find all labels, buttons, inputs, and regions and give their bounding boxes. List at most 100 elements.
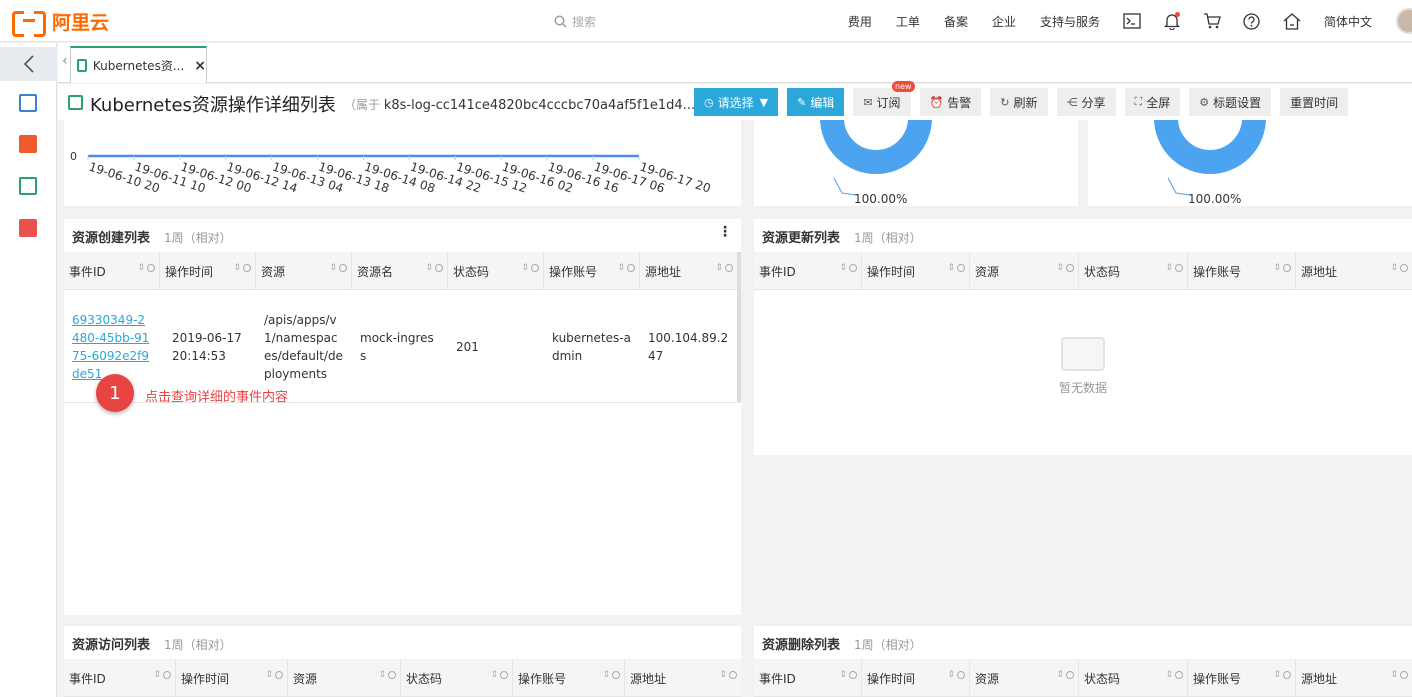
column-header[interactable]: 源地址 ⇕ — [640, 252, 737, 290]
search-box[interactable]: 搜索 — [554, 12, 596, 30]
column-header[interactable]: 事件ID ⇕ — [754, 252, 862, 290]
sort-filter-icon[interactable]: ⇕ — [715, 263, 733, 272]
resource-access-panel: 资源访问列表 1周（相对） 事件ID ⇕ 操作时间 ⇕ 资源 ⇕ 状态码 ⇕ 操作账号 ⇕ … — [64, 626, 741, 697]
column-header[interactable]: 状态码 ⇕ — [1079, 659, 1188, 697]
column-header[interactable]: 资源 ⇕ — [288, 659, 401, 697]
time-range: 1周（相对） — [164, 638, 232, 652]
sidebar-item-alerts-icon[interactable] — [19, 219, 37, 237]
sort-filter-icon[interactable]: ⇕ — [1056, 670, 1074, 679]
panel-title-text: 资源删除列表 — [762, 638, 841, 653]
refresh-button[interactable]: ↻ 刷新 — [990, 88, 1048, 116]
close-icon[interactable]: × — [194, 58, 206, 74]
sidebar-collapse-button[interactable] — [0, 47, 57, 81]
nav-billing[interactable]: 费用 — [848, 13, 872, 30]
column-header[interactable]: 源地址 ⇕ — [625, 659, 741, 697]
sort-filter-icon[interactable]: ⇕ — [1390, 263, 1408, 272]
sort-filter-icon[interactable]: ⇕ — [233, 263, 251, 272]
sort-filter-icon[interactable]: ⇕ — [839, 670, 857, 679]
edit-button[interactable]: ✎ 编辑 — [787, 88, 845, 116]
column-header[interactable]: 资源 ⇕ — [970, 659, 1079, 697]
column-header[interactable]: 源地址 ⇕ — [1296, 252, 1412, 290]
time-range: 1周（相对） — [164, 231, 232, 245]
column-header[interactable]: 资源 ⇕ — [256, 252, 352, 290]
nav-icp[interactable]: 备案 — [944, 13, 968, 30]
notification-dot — [1174, 12, 1180, 17]
column-header[interactable]: 源地址 ⇕ — [1296, 659, 1412, 697]
sort-filter-icon[interactable]: ⇕ — [521, 263, 539, 272]
sort-filter-icon[interactable]: ⇕ — [378, 670, 396, 679]
column-header[interactable]: 操作时间 ⇕ — [862, 252, 970, 290]
column-header[interactable]: 操作账号 ⇕ — [1188, 252, 1296, 290]
column-label: 资源 — [261, 264, 286, 279]
table-cell: 201 — [456, 340, 479, 354]
sort-filter-icon[interactable]: ⇕ — [1273, 670, 1291, 679]
sort-filter-icon[interactable]: ⇕ — [1165, 263, 1183, 272]
user-avatar[interactable] — [1396, 8, 1412, 34]
sidebar-item-search-icon[interactable] — [19, 135, 37, 153]
tab-kubernetes-dashboard[interactable]: Kubernetes资... × — [70, 46, 207, 83]
sort-filter-icon[interactable]: ⇕ — [602, 670, 620, 679]
sort-filter-icon[interactable]: ⇕ — [839, 263, 857, 272]
alert-button[interactable]: ⏰ 告警 — [919, 88, 982, 116]
sort-filter-icon[interactable]: ⇕ — [1165, 670, 1183, 679]
fullscreen-button[interactable]: ⛶ 全屏 — [1124, 88, 1181, 116]
column-header[interactable]: 状态码 ⇕ — [448, 252, 544, 290]
vertical-scrollbar[interactable] — [737, 252, 741, 402]
donut-chart-panel-2: 100.00% — [1088, 120, 1412, 206]
sidebar-item-projects-icon[interactable] — [19, 94, 37, 112]
sort-filter-icon[interactable]: ⇕ — [719, 670, 737, 679]
sort-filter-icon[interactable]: ⇕ — [329, 263, 347, 272]
sort-filter-icon[interactable]: ⇕ — [265, 670, 283, 679]
sort-filter-icon[interactable]: ⇕ — [137, 263, 155, 272]
subscribe-button[interactable]: ✉ 订阅 new — [853, 81, 915, 116]
column-header[interactable]: 事件ID ⇕ — [64, 659, 176, 697]
share-button[interactable]: ⋲ 分享 — [1056, 88, 1116, 116]
sort-filter-icon[interactable]: ⇕ — [617, 263, 635, 272]
column-label: 状态码 — [453, 264, 490, 279]
column-header[interactable]: 资源名 ⇕ — [352, 252, 448, 290]
project-name[interactable]: k8s-log-cc141ce4820bc4cccbc70a4af5f1e1d4… — [384, 98, 695, 113]
terminal-icon[interactable] — [1122, 11, 1142, 31]
sidebar-item-dashboard-icon[interactable] — [19, 177, 37, 195]
time-select-button[interactable]: ◷ 请选择 ▼ — [694, 88, 779, 116]
pie-slice — [820, 120, 932, 174]
nav-support[interactable]: 支持与服务 — [1040, 13, 1100, 30]
sort-filter-icon[interactable]: ⇕ — [1390, 670, 1408, 679]
home-icon[interactable] — [1282, 11, 1302, 31]
dashboard-toolbar: ◷ 请选择 ▼ ✎ 编辑 ✉ 订阅 new ⏰ 告警 ↻ 刷新 ⋲ 分享 ⛶ 全… — [694, 81, 1357, 116]
column-header[interactable]: 操作时间 ⇕ — [160, 252, 256, 290]
sort-filter-icon[interactable]: ⇕ — [153, 670, 171, 679]
donut-chart-panel-1: 100.00% — [754, 120, 1078, 206]
cart-icon[interactable] — [1202, 11, 1222, 31]
sort-filter-icon[interactable]: ⇕ — [425, 263, 443, 272]
panel-title-text: 资源访问列表 — [72, 638, 151, 653]
column-header[interactable]: 操作时间 ⇕ — [862, 659, 970, 697]
refresh-icon: ↻ — [1000, 95, 1010, 109]
language-switch[interactable]: 简体中文 — [1324, 13, 1372, 30]
left-sidebar — [0, 43, 57, 697]
column-header[interactable]: 操作账号 ⇕ — [513, 659, 625, 697]
column-header[interactable]: 操作账号 ⇕ — [1188, 659, 1296, 697]
sort-filter-icon[interactable]: ⇕ — [947, 670, 965, 679]
aliyun-logo[interactable]: 阿里云 — [12, 9, 109, 37]
nav-tickets[interactable]: 工单 — [896, 13, 920, 30]
sort-filter-icon[interactable]: ⇕ — [947, 263, 965, 272]
column-header[interactable]: 操作账号 ⇕ — [544, 252, 640, 290]
column-label: 源地址 — [630, 671, 667, 686]
bell-icon[interactable] — [1162, 11, 1182, 31]
sort-filter-icon[interactable]: ⇕ — [490, 670, 508, 679]
column-header[interactable]: 事件ID ⇕ — [64, 252, 160, 290]
column-label: 事件ID — [69, 264, 106, 279]
column-header[interactable]: 状态码 ⇕ — [1079, 252, 1188, 290]
title-settings-button[interactable]: ⚙ 标题设置 — [1189, 88, 1272, 116]
help-icon[interactable] — [1242, 11, 1262, 31]
column-header[interactable]: 资源 ⇕ — [970, 252, 1079, 290]
nav-enterprise[interactable]: 企业 — [992, 13, 1016, 30]
reset-time-button[interactable]: 重置时间 — [1280, 88, 1349, 116]
column-header[interactable]: 操作时间 ⇕ — [176, 659, 288, 697]
sort-filter-icon[interactable]: ⇕ — [1056, 263, 1074, 272]
sort-filter-icon[interactable]: ⇕ — [1273, 263, 1291, 272]
column-header[interactable]: 事件ID ⇕ — [754, 659, 862, 697]
column-header[interactable]: 状态码 ⇕ — [401, 659, 513, 697]
more-menu-icon[interactable]: ⋮ — [718, 224, 732, 240]
